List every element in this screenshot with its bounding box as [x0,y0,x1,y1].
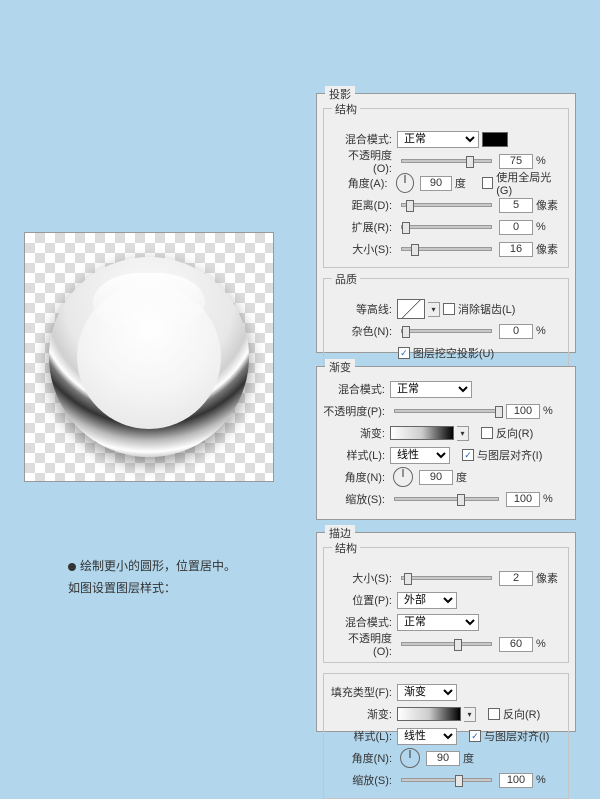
stroke-blend-select[interactable]: 正常 [397,614,479,631]
gradient-dropdown[interactable] [457,426,469,441]
drop-shadow-panel: 投影 结构 混合模式: 正常 不透明度(O): 75 % 角度(A): 90 度… [316,93,576,353]
structure-group: 结构 混合模式: 正常 不透明度(O): 75 % 角度(A): 90 度 使用… [323,108,569,268]
stroke-fill-group: 填充类型(F): 渐变 渐变: 反向(R) 样式(L): 线性 与图层对齐(I)… [323,673,569,799]
shadow-color-swatch[interactable] [482,132,508,147]
grad-opacity-slider[interactable] [394,409,499,413]
noise-input[interactable]: 0 [499,324,533,339]
contour-dropdown[interactable] [428,302,440,317]
grad-opacity-input[interactable]: 100 [506,404,540,419]
panel-title: 投影 [325,86,355,102]
grad-angle-dial[interactable] [393,467,413,487]
caption-line2: 如图设置图层样式： [68,577,236,599]
stroke-align-checkbox[interactable] [469,730,481,742]
knockout-checkbox[interactable] [398,347,410,359]
stroke-scale-slider[interactable] [401,778,492,782]
grad-scale-slider[interactable] [394,497,499,501]
stroke-filltype-select[interactable]: 渐变 [397,684,457,701]
angle-input[interactable]: 90 [420,176,452,191]
preview-canvas [24,232,274,482]
stroke-reverse-checkbox[interactable] [488,708,500,720]
distance-slider[interactable] [401,203,492,207]
size-input[interactable]: 16 [499,242,533,257]
stroke-gradient-dropdown[interactable] [464,707,476,722]
stroke-angle-input[interactable]: 90 [426,751,460,766]
opacity-slider[interactable] [401,159,492,163]
quality-group: 品质 等高线: 消除锯齿(L) 杂色(N): 0 % 图层挖空投影(U) [323,278,569,372]
contour-thumb[interactable] [397,299,425,319]
stroke-opacity-slider[interactable] [401,642,492,646]
stroke-size-slider[interactable] [401,576,492,580]
global-light-checkbox[interactable] [482,177,493,189]
grad-scale-input[interactable]: 100 [506,492,540,507]
stroke-panel: 描边 结构 大小(S): 2 像素 位置(P): 外部 混合模式: 正常 不透明… [316,532,576,732]
spread-slider[interactable] [401,225,492,229]
grad-style-select[interactable]: 线性 [390,447,450,464]
grad-angle-input[interactable]: 90 [419,470,453,485]
stroke-gradient-swatch[interactable] [397,707,461,721]
align-checkbox[interactable] [462,449,474,461]
button-orb [49,257,249,457]
caption-line1: 绘制更小的圆形，位置居中。 [80,559,236,573]
antialias-checkbox[interactable] [443,303,455,315]
caption-text: 绘制更小的圆形，位置居中。 如图设置图层样式： [68,555,236,599]
size-slider[interactable] [401,247,492,251]
stroke-position-select[interactable]: 外部 [397,592,457,609]
grad-blend-select[interactable]: 正常 [390,381,472,398]
distance-input[interactable]: 5 [499,198,533,213]
spread-input[interactable]: 0 [499,220,533,235]
opacity-input[interactable]: 75 [499,154,533,169]
reverse-checkbox[interactable] [481,427,493,439]
blend-mode-select[interactable]: 正常 [397,131,479,148]
stroke-size-input[interactable]: 2 [499,571,533,586]
gradient-overlay-panel: 渐变 混合模式: 正常 不透明度(P): 100 % 渐变: 反向(R) 样式(… [316,366,576,520]
stroke-structure-group: 结构 大小(S): 2 像素 位置(P): 外部 混合模式: 正常 不透明度(O… [323,547,569,663]
angle-dial[interactable] [396,173,415,193]
stroke-angle-dial[interactable] [400,748,420,768]
stroke-opacity-input[interactable]: 60 [499,637,533,652]
gradient-swatch[interactable] [390,426,454,440]
stroke-scale-input[interactable]: 100 [499,773,533,788]
noise-slider[interactable] [401,329,492,333]
